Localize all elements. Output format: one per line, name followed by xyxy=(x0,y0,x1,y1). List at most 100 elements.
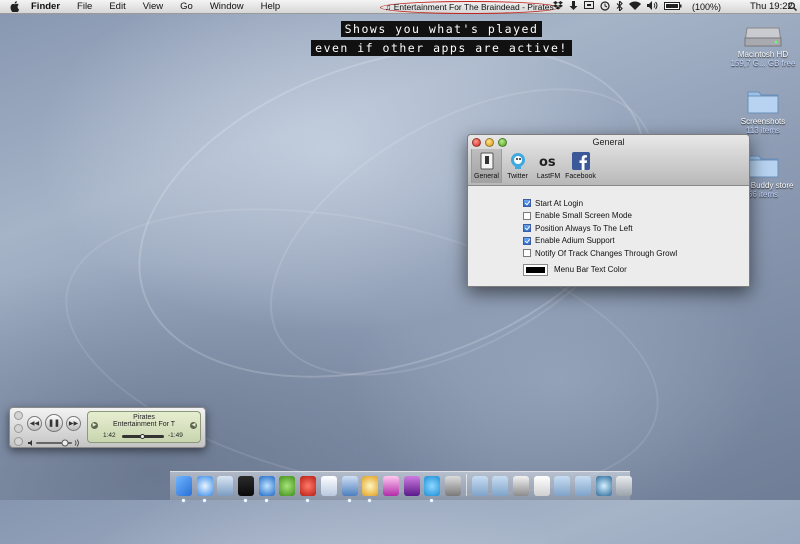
tab-twitter[interactable]: Twitter xyxy=(502,149,533,183)
desktop-icon-screenshots[interactable]: Screenshots 113 items xyxy=(724,88,800,135)
caption-line-2: even if other apps are active! xyxy=(311,40,572,56)
adium-icon[interactable] xyxy=(279,476,296,496)
menu-window[interactable]: Window xyxy=(210,0,244,14)
battery-icon[interactable] xyxy=(664,1,682,13)
menu-help[interactable]: Help xyxy=(261,0,281,14)
pause-button[interactable]: ❚❚ xyxy=(45,414,63,432)
desktop-icon-label: Macintosh HD xyxy=(737,50,789,59)
itunes-icon[interactable] xyxy=(258,476,275,502)
running-indicator xyxy=(368,499,372,502)
bluetooth-icon[interactable] xyxy=(616,0,623,14)
color-well[interactable] xyxy=(523,263,548,276)
safari-icon[interactable] xyxy=(196,476,213,502)
running-indicator xyxy=(244,499,248,502)
pause-icon: ❚❚ xyxy=(48,420,60,427)
previous-button[interactable]: ◀◀ xyxy=(27,416,42,431)
applications-folder-icon[interactable] xyxy=(471,476,488,496)
checkbox[interactable] xyxy=(523,236,531,245)
wifi-icon[interactable] xyxy=(629,1,641,13)
volume-icon[interactable] xyxy=(647,1,658,13)
spotlight-icon[interactable] xyxy=(788,2,798,14)
menu-edit[interactable]: Edit xyxy=(109,0,125,14)
forward-icon: ▶▶ xyxy=(68,421,79,427)
window-titlebar[interactable]: General General Twitter os LastFM Facebo… xyxy=(468,135,749,186)
running-indicator xyxy=(264,499,268,502)
option-small-screen-mode[interactable]: Enable Small Screen Mode xyxy=(523,210,749,223)
dock-icons xyxy=(176,474,637,502)
apple-menu-icon[interactable] xyxy=(9,1,21,13)
desktop-icon-macintosh-hd[interactable]: Macintosh HD 159,7 G... GB free xyxy=(724,20,800,68)
tab-label: Facebook xyxy=(565,173,596,180)
skype-icon[interactable] xyxy=(424,476,441,502)
preview-icon[interactable] xyxy=(320,476,337,496)
photo-icon[interactable] xyxy=(403,476,420,496)
display-right-button[interactable]: ◀ xyxy=(190,422,197,429)
option-label: Enable Small Screen Mode xyxy=(535,211,632,221)
documents-folder-icon[interactable] xyxy=(492,476,509,496)
trash-icon[interactable] xyxy=(616,476,633,496)
next-button[interactable]: ▶▶ xyxy=(66,416,81,431)
menu-file[interactable]: File xyxy=(77,0,92,14)
ichat-icon[interactable] xyxy=(362,476,379,502)
preferences-window: General General Twitter os LastFM Facebo… xyxy=(467,134,750,287)
remaining-time: -1:49 xyxy=(168,432,183,439)
display-left-button[interactable]: ▶ xyxy=(91,422,98,429)
option-start-at-login[interactable]: Start At Login xyxy=(523,197,749,210)
stickies-icon[interactable] xyxy=(382,476,399,496)
checkbox[interactable] xyxy=(523,211,531,220)
now-playing-menu-item[interactable]: ♫ Entertainment For The Braindead - Pira… xyxy=(380,1,559,14)
tab-facebook[interactable]: Facebook xyxy=(564,149,597,183)
menu-finder[interactable]: Finder xyxy=(31,0,60,14)
volume-slider[interactable] xyxy=(28,436,80,447)
printer-icon[interactable] xyxy=(513,476,529,496)
tab-label: General xyxy=(474,173,499,180)
terminal-icon[interactable] xyxy=(238,476,255,502)
track-title: Pirates xyxy=(133,414,155,421)
screen-capture-icon[interactable] xyxy=(584,1,594,13)
mail-icon[interactable] xyxy=(217,476,234,496)
tab-lastfm[interactable]: os LastFM xyxy=(533,149,564,183)
menu-clock[interactable]: Thu 19:22 xyxy=(750,0,793,14)
checkbox[interactable] xyxy=(523,249,531,258)
menu-view[interactable]: View xyxy=(143,0,163,14)
mini-minimize-button[interactable] xyxy=(14,424,23,433)
status-icons xyxy=(553,0,688,14)
timemachine-icon[interactable] xyxy=(595,476,612,496)
checkbox[interactable] xyxy=(523,224,531,233)
facebook-icon xyxy=(571,151,591,171)
option-growl-notify[interactable]: Notify Of Track Changes Through Growl xyxy=(523,247,749,260)
download-icon[interactable] xyxy=(569,0,578,14)
pictures-folder-icon[interactable] xyxy=(575,476,592,496)
running-indicator xyxy=(202,499,206,502)
prefs-toolbar: General Twitter os LastFM Facebook xyxy=(471,149,597,183)
option-label: Position Always To The Left xyxy=(535,223,633,233)
dropbox-icon[interactable] xyxy=(553,1,563,13)
xcode-icon[interactable] xyxy=(341,476,358,502)
folder-icon xyxy=(747,88,779,114)
option-adium-support[interactable]: Enable Adium Support xyxy=(523,235,749,248)
app-icon[interactable] xyxy=(444,476,461,496)
twitter-icon xyxy=(508,151,528,171)
option-label: Notify Of Track Changes Through Growl xyxy=(535,248,678,258)
running-indicator xyxy=(182,499,185,502)
svg-text:os: os xyxy=(539,155,556,168)
hard-drive-icon xyxy=(744,20,782,48)
mini-zoom-button[interactable] xyxy=(14,437,23,446)
option-position-left[interactable]: Position Always To The Left xyxy=(523,222,749,235)
file-icon[interactable] xyxy=(533,476,550,496)
lastfm-icon: os xyxy=(539,151,559,171)
progress-knob[interactable] xyxy=(139,434,145,439)
running-indicator xyxy=(347,499,351,502)
tab-general[interactable]: General xyxy=(471,149,502,183)
menu-go[interactable]: Go xyxy=(180,0,193,14)
finder-icon[interactable] xyxy=(176,476,192,502)
dock xyxy=(170,471,633,502)
color-swatch xyxy=(526,266,545,273)
downloads-folder-icon[interactable] xyxy=(554,476,571,496)
timemachine-icon[interactable] xyxy=(600,0,610,14)
growl-icon[interactable] xyxy=(300,476,317,502)
checkbox[interactable] xyxy=(523,199,531,208)
progress-bar[interactable] xyxy=(122,434,164,439)
battery-percentage[interactable]: (100%) xyxy=(692,0,721,14)
mini-close-button[interactable] xyxy=(14,411,23,420)
